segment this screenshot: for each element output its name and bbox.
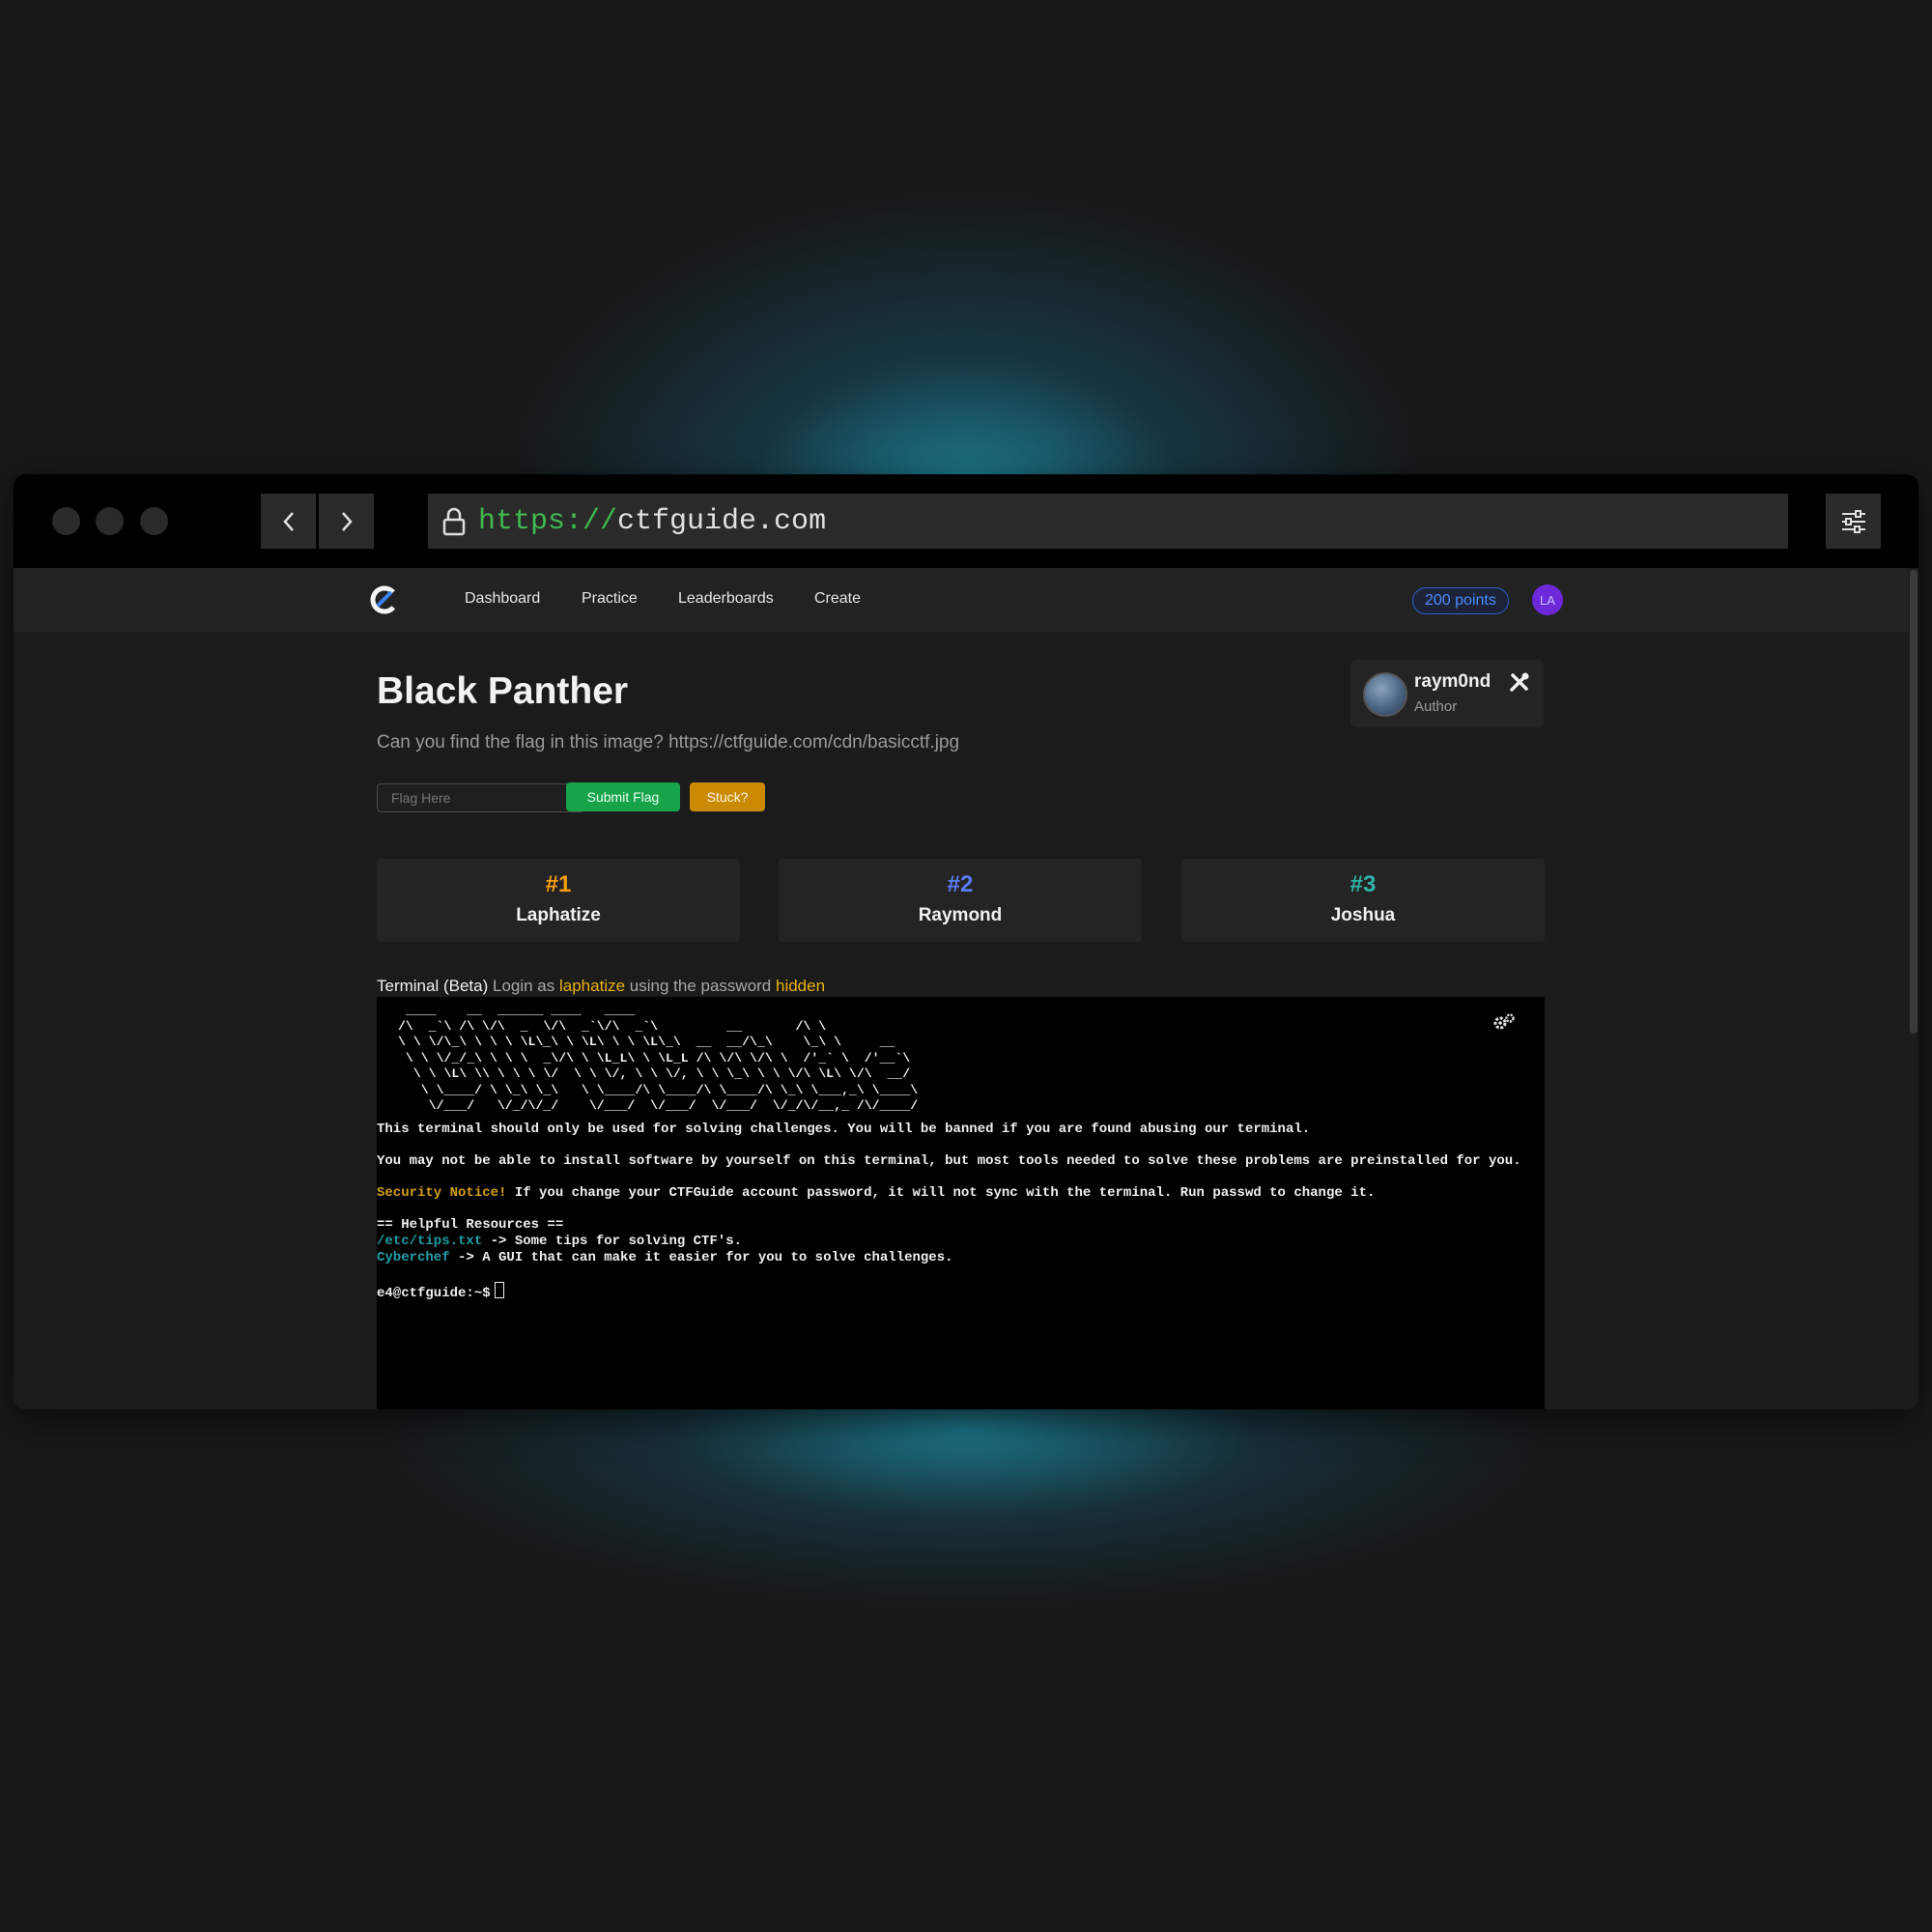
window-minimize-dot[interactable]	[96, 507, 124, 535]
submit-flag-button[interactable]: Submit Flag	[566, 782, 680, 811]
url-text: https://ctfguide.com	[478, 505, 826, 538]
leaderboard-card: #2 Raymond	[779, 859, 1142, 942]
terminal-username: laphatize	[559, 977, 626, 995]
window-close-dot[interactable]	[52, 507, 80, 535]
terminal-ascii-banner: ____ __ ______ ____ ____ /\ _`\ /\ \/\ _…	[398, 1003, 919, 1113]
browser-toolbar: https://ctfguide.com	[14, 474, 1918, 568]
security-notice-label: Security Notice!	[377, 1185, 507, 1201]
terminal-settings-gear-icon[interactable]	[1492, 1012, 1516, 1032]
url-host: ctfguide.com	[617, 504, 827, 538]
resource-line: Cyberchef -> A GUI that can make it easi…	[377, 1250, 953, 1265]
back-button[interactable]	[261, 494, 316, 549]
terminal-label: Terminal (Beta)	[377, 977, 489, 995]
terminal-password: hidden	[775, 977, 826, 995]
leaderboard-card: #1 Laphatize	[377, 859, 740, 942]
window-maximize-dot[interactable]	[140, 507, 168, 535]
sliders-icon	[1841, 509, 1865, 533]
user-avatar[interactable]: LA	[1532, 584, 1563, 615]
security-notice-text: If you change your CTFGuide account pass…	[506, 1185, 1376, 1201]
rank-player-name: Joshua	[1330, 905, 1396, 925]
forward-button[interactable]	[319, 494, 374, 549]
resource-link-cyberchef[interactable]: Cyberchef	[377, 1250, 450, 1265]
ctfguide-logo-icon[interactable]	[369, 584, 400, 615]
stuck-button[interactable]: Stuck?	[690, 782, 765, 811]
tools-icon	[1510, 672, 1529, 692]
url-scheme: https://	[478, 504, 618, 538]
rank-player-name: Raymond	[918, 905, 1003, 925]
rank-number: #2	[947, 871, 974, 897]
resource-text: -> A GUI that can make it easier for you…	[449, 1250, 953, 1265]
nav-dashboard[interactable]: Dashboard	[465, 590, 540, 608]
chevron-right-icon	[341, 511, 353, 531]
page-viewport: Dashboard Practice Leaderboards Create 2…	[14, 568, 1918, 1409]
terminal-notice: Security Notice! If you change your CTFG…	[377, 1185, 1375, 1201]
site-navbar: Dashboard Practice Leaderboards Create 2…	[14, 568, 1918, 632]
challenge-title: Black Panther	[377, 670, 629, 712]
browser-window: https://ctfguide.com Dashboard Practice …	[14, 474, 1918, 1409]
author-role: Author	[1414, 698, 1458, 715]
chevron-left-icon	[282, 511, 294, 531]
nav-practice[interactable]: Practice	[582, 590, 638, 608]
nav-leaderboards[interactable]: Leaderboards	[678, 590, 774, 608]
points-badge: 200 points	[1412, 587, 1509, 614]
flag-input[interactable]	[377, 783, 583, 812]
resource-text: -> Some tips for solving CTF's.	[482, 1234, 743, 1249]
nav-create[interactable]: Create	[814, 590, 861, 608]
browser-settings-button[interactable]	[1826, 494, 1881, 549]
leaderboard-card: #3 Joshua	[1181, 859, 1545, 942]
author-name: raym0nd	[1414, 671, 1492, 692]
terminal-login-text: Login as	[488, 977, 559, 995]
resources-heading: == Helpful Resources ==	[377, 1217, 564, 1233]
author-card[interactable]: raym0nd Author	[1350, 660, 1544, 727]
background-glow-top	[0, 0, 1932, 502]
terminal-cursor	[494, 1282, 504, 1298]
terminal[interactable]: ____ __ ______ ____ ____ /\ _`\ /\ \/\ _…	[377, 997, 1545, 1409]
resource-link-tips[interactable]: /etc/tips.txt	[377, 1234, 482, 1249]
terminal-password-text: using the password	[625, 977, 776, 995]
terminal-info: Terminal (Beta) Login as laphatize using…	[377, 977, 825, 996]
resource-line: /etc/tips.txt -> Some tips for solving C…	[377, 1234, 742, 1249]
address-bar[interactable]: https://ctfguide.com	[428, 494, 1788, 549]
rank-player-name: Laphatize	[516, 905, 601, 925]
terminal-prompt: e4@ctfguide:~$	[377, 1286, 491, 1301]
author-avatar	[1363, 672, 1407, 717]
terminal-line: This terminal should only be used for so…	[377, 1122, 1311, 1137]
rank-number: #1	[545, 871, 572, 897]
rank-number: #3	[1350, 871, 1377, 897]
background-glow-bottom	[0, 1391, 1932, 1758]
scrollbar-thumb[interactable]	[1910, 570, 1918, 1034]
terminal-line: You may not be able to install software …	[377, 1153, 1521, 1169]
challenge-description: Can you find the flag in this image? htt…	[377, 732, 960, 753]
lock-icon	[441, 506, 469, 537]
terminal-prompt-line[interactable]: e4@ctfguide:~$	[377, 1282, 504, 1301]
